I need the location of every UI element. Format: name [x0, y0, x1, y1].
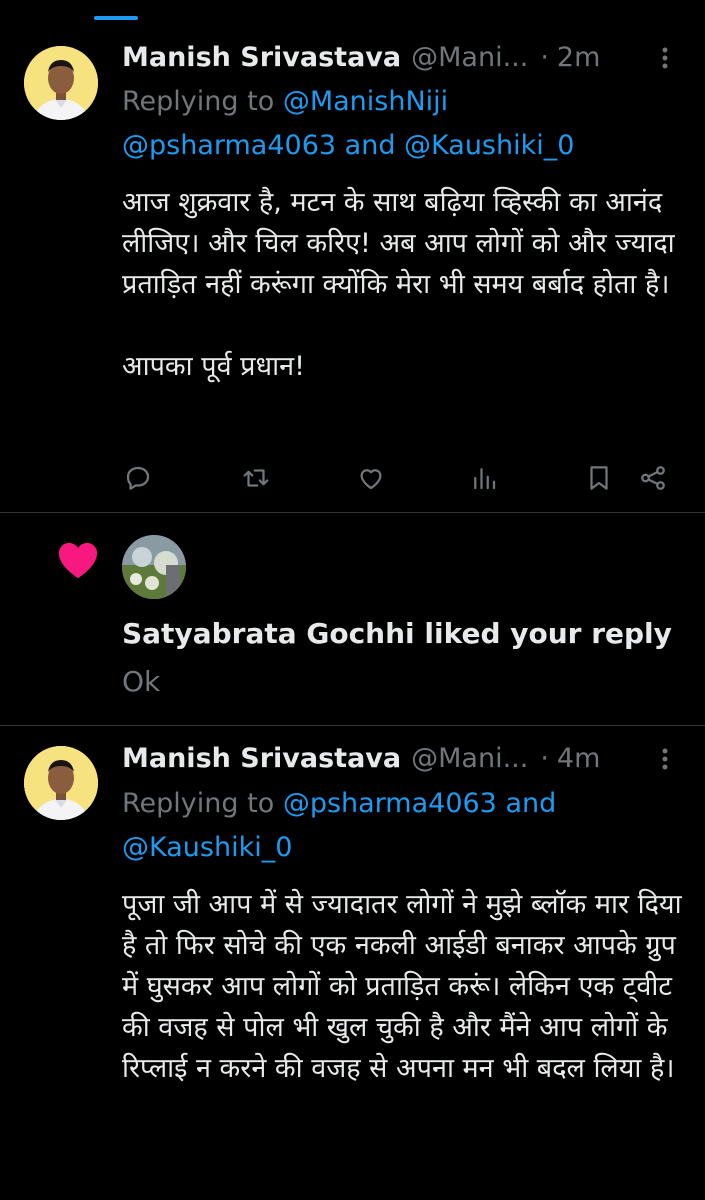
tweet-text: पूजा जी आप में से ज्यादातर लोगों ने मुझे… — [122, 889, 682, 1084]
author-name[interactable]: Manish Srivastava — [122, 38, 401, 78]
more-options-icon[interactable] — [653, 38, 677, 78]
mention-link[interactable]: @psharma4063 — [122, 130, 336, 161]
separator-dot: · — [540, 42, 549, 73]
replying-to: Replying to @ManishNiji @psharma4063 and… — [122, 80, 675, 168]
separator-dot: · — [540, 743, 549, 774]
more-options-icon[interactable] — [653, 739, 677, 779]
share-icon[interactable] — [633, 458, 673, 498]
retweet-icon[interactable] — [236, 458, 276, 498]
views-icon[interactable] — [464, 458, 504, 498]
author-avatar[interactable] — [24, 46, 98, 120]
reply-icon[interactable] — [118, 458, 158, 498]
divider — [0, 725, 705, 726]
mention-link[interactable]: @psharma4063 — [283, 788, 497, 819]
author-handle[interactable]: @Mani... — [411, 38, 528, 78]
mention-link[interactable]: @Kaushiki_0 — [404, 130, 574, 161]
replying-prefix: Replying to — [122, 86, 275, 117]
liker-avatar[interactable] — [122, 535, 186, 599]
tweet-time: 4m — [556, 743, 601, 774]
replying-prefix: Replying to — [122, 788, 275, 819]
and-link[interactable]: and — [505, 788, 556, 819]
tweet-text: आज शुक्रवार है, मटन के साथ बढ़िया व्हिस्… — [122, 187, 675, 382]
mention-link[interactable]: @ManishNiji — [283, 86, 448, 117]
author-name[interactable]: Manish Srivastava — [122, 739, 401, 779]
replying-to: Replying to @psharma4063 and @Kaushiki_0 — [122, 782, 675, 870]
tweet-header: Manish Srivastava @Mani... · 4m — [122, 739, 645, 779]
heart-icon — [56, 540, 100, 580]
tweet-header: Manish Srivastava @Mani... · 2m — [122, 38, 645, 78]
bookmark-icon[interactable] — [579, 458, 619, 498]
tweet-actions — [118, 458, 678, 498]
and-link[interactable]: and — [345, 130, 396, 161]
mention-link[interactable]: @Kaushiki_0 — [122, 832, 292, 863]
notification-text: Satyabrata Gochhi liked your reply — [122, 617, 672, 650]
divider — [0, 512, 705, 513]
like-icon[interactable] — [351, 458, 391, 498]
tab-indicator — [94, 16, 138, 20]
author-handle[interactable]: @Mani... — [411, 739, 528, 779]
tweet-time: 2m — [556, 42, 601, 73]
liked-tweet-snippet: Ok — [122, 665, 161, 698]
author-avatar[interactable] — [24, 746, 98, 820]
